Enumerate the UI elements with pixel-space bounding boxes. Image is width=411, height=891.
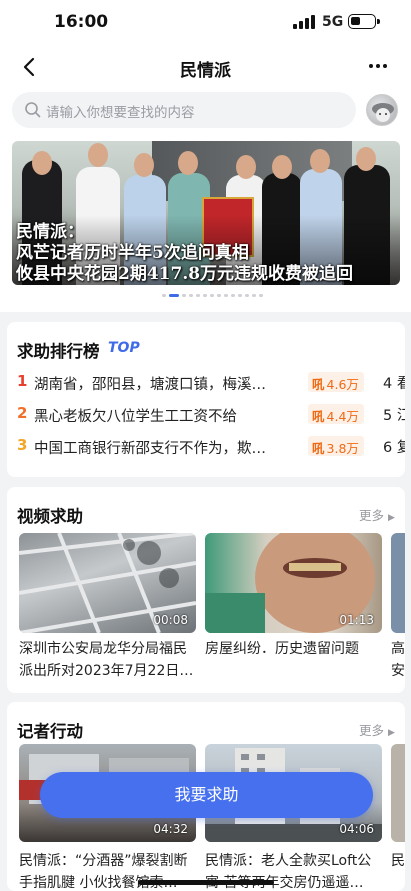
nav-bar: 民情派	[0, 44, 411, 90]
video-thumbnail[interactable]	[391, 744, 405, 842]
user-avatar-icon	[372, 103, 394, 122]
banner-section: 民情派： 风芒记者历时半年5次追问真相 攸县中央花园2期417.8万元违规收费被…	[0, 134, 411, 312]
page-title: 民情派	[180, 61, 231, 81]
video-duration: 04:32	[153, 822, 188, 836]
carousel-dot[interactable]	[245, 294, 249, 297]
rank-next-column: 4 看	[383, 376, 405, 392]
rank-next-column: 5 江	[383, 408, 405, 424]
heat-badge: 吼 4.4万	[308, 404, 364, 424]
ranking-item[interactable]: 2 黑心老板欠八位学生工工资不给 吼 4.4万 5 江	[17, 404, 405, 426]
video-thumbnail[interactable]	[391, 533, 405, 633]
rank-title: 黑心老板欠八位学生工工资不给	[34, 409, 237, 425]
video-help-title: 视频求助	[17, 507, 83, 526]
heat-icon: 吼	[312, 377, 325, 392]
video-duration: 01:13	[339, 613, 374, 627]
carousel-dot[interactable]	[224, 294, 228, 297]
carousel-dot[interactable]	[238, 294, 242, 297]
heat-value: 4.4万	[326, 409, 359, 424]
carousel-dot[interactable]	[217, 294, 221, 297]
search-icon	[25, 102, 41, 118]
signal-icon	[293, 15, 315, 29]
home-indicator	[138, 880, 274, 885]
battery-icon	[348, 14, 380, 29]
search-placeholder: 请输入你想要查找的内容	[46, 105, 195, 121]
ranking-item[interactable]: 3 中国工商银行新邵支行不作为，欺… 吼 3.8万 6 复	[17, 436, 405, 458]
heat-badge: 吼 4.6万	[308, 372, 364, 392]
rank-title: 中国工商银行新邵支行不作为，欺…	[34, 441, 266, 457]
rank-title: 湖南省，邵阳县，塘渡口镇，梅溪…	[34, 377, 266, 393]
banner-carousel[interactable]: 民情派： 风芒记者历时半年5次追问真相 攸县中央花园2期417.8万元违规收费被…	[12, 141, 400, 285]
carousel-dot[interactable]	[182, 294, 186, 297]
heat-icon: 吼	[312, 409, 325, 424]
more-label: 更多	[359, 723, 385, 738]
heat-value: 3.8万	[326, 441, 359, 456]
carousel-dot[interactable]	[231, 294, 235, 297]
rank-number: 1	[17, 372, 28, 390]
video-help-card: 视频求助 更多 ▶ 00:08 深圳市公安局龙华分局福民派出所对2023年7月2…	[7, 487, 405, 693]
video-title[interactable]: 房屋纠纷．历史遗留问题	[205, 638, 385, 660]
chevron-right-icon: ▶	[388, 513, 395, 523]
heat-badge: 吼 3.8万	[308, 436, 364, 456]
top-badge: TOP	[108, 340, 140, 356]
carousel-dot[interactable]	[252, 294, 256, 297]
rank-next-column: 6 复	[383, 440, 405, 456]
rank-number: 3	[17, 436, 28, 454]
carousel-dot[interactable]	[196, 294, 200, 297]
chevron-right-icon: ▶	[388, 728, 395, 738]
video-title[interactable]: 高 安	[391, 638, 405, 682]
carousel-indicator	[162, 294, 263, 298]
video-help-more-button[interactable]: 更多 ▶	[359, 505, 395, 524]
ask-help-button[interactable]: 我要求助	[40, 772, 373, 818]
carousel-dot[interactable]	[162, 294, 166, 297]
video-title[interactable]: 民	[391, 850, 405, 872]
reporter-more-button[interactable]: 更多 ▶	[359, 720, 395, 739]
reporter-title: 记者行动	[17, 722, 83, 741]
carousel-dot[interactable]	[169, 294, 179, 297]
ranking-title: 求助排行榜	[17, 342, 100, 361]
more-dots-icon	[369, 64, 387, 68]
network-label: 5G	[322, 14, 344, 30]
video-duration: 00:08	[153, 613, 188, 627]
carousel-dot[interactable]	[189, 294, 193, 297]
video-title[interactable]: 深圳市公安局龙华分局福民派出所对2023年7月22日…	[19, 638, 199, 682]
heat-icon: 吼	[312, 441, 325, 456]
ranking-card: 求助排行榜 TOP 1 湖南省，邵阳县，塘渡口镇，梅溪… 吼 4.6万 4 看 2 黑心老板…	[7, 322, 405, 477]
carousel-dot[interactable]	[203, 294, 207, 297]
video-thumbnail[interactable]: 01:13	[205, 533, 382, 633]
carousel-dot[interactable]	[259, 294, 263, 297]
status-bar: 16:00 5G	[0, 0, 411, 44]
video-thumbnail[interactable]: 00:08	[19, 533, 196, 633]
ranking-item[interactable]: 1 湖南省，邵阳县，塘渡口镇，梅溪… 吼 4.6万 4 看	[17, 372, 405, 394]
more-label: 更多	[359, 508, 385, 523]
rank-number: 2	[17, 404, 28, 422]
more-options-button[interactable]	[368, 56, 388, 81]
avatar[interactable]	[366, 94, 398, 126]
carousel-dot[interactable]	[210, 294, 214, 297]
search-bar: 请输入你想要查找的内容	[0, 90, 411, 134]
search-input[interactable]: 请输入你想要查找的内容	[12, 92, 356, 128]
video-duration: 04:06	[339, 822, 374, 836]
status-time: 16:00	[54, 12, 109, 32]
banner-caption-3: 攸县中央花园2期417.8万元违规收费被追回	[16, 264, 354, 284]
heat-value: 4.6万	[326, 377, 359, 392]
